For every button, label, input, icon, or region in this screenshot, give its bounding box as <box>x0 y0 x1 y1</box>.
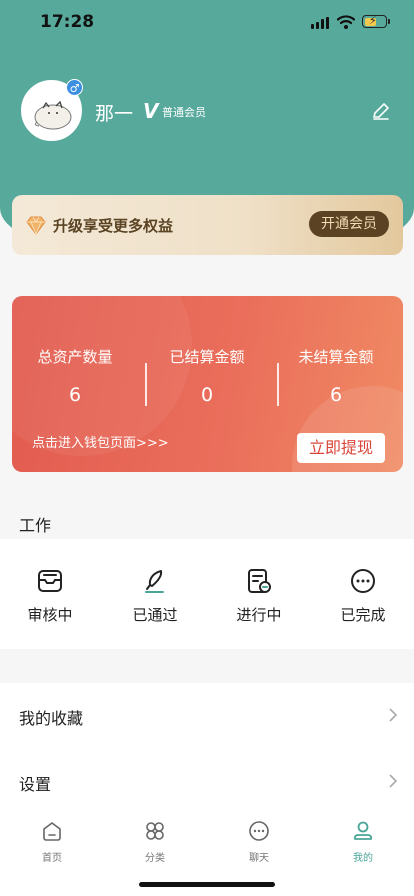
work-item-reviewing[interactable]: 审核中 <box>0 567 102 625</box>
asset-value: 6 <box>329 384 343 406</box>
asset-label: 总资产数量 <box>37 348 113 366</box>
tab-label: 分类 <box>145 853 165 864</box>
signal-icon <box>311 17 331 29</box>
open-membership-button[interactable]: 开通会员 <box>309 211 389 237</box>
male-icon: ♂ <box>66 79 83 96</box>
document-progress-icon <box>248 569 271 593</box>
menu-item-favorites[interactable]: 我的收藏 <box>0 683 414 747</box>
username: 那一 <box>95 103 134 125</box>
menu-item-settings[interactable]: 设置 <box>0 749 414 813</box>
member-upgrade-text: 升级享受更多权益 <box>53 217 174 235</box>
tab-chat[interactable]: 聊天 <box>207 819 311 864</box>
member-upgrade-banner[interactable]: 升级享受更多权益 开通会员 <box>12 195 403 255</box>
home-indicator <box>139 882 275 887</box>
asset-card: 总资产数量 6 已结算金额 0 未结算金额 6 点击进入钱包页面>>> 立即提现 <box>12 296 403 472</box>
work-item-label: 已通过 <box>132 606 178 624</box>
work-item-label: 进行中 <box>236 606 282 624</box>
wallet-link[interactable]: 点击进入钱包页面>>> <box>32 432 169 451</box>
tab-home[interactable]: 首页 <box>0 819 104 864</box>
work-item-label: 已完成 <box>340 606 386 624</box>
tab-category[interactable]: 分类 <box>103 819 207 864</box>
status-bar: 17:28 ⚡ <box>0 0 414 46</box>
asset-unsettled: 未结算金额 6 <box>271 346 401 406</box>
menu-item-label: 设置 <box>19 775 52 794</box>
tab-label: 首页 <box>42 853 62 864</box>
pen-approve-icon <box>145 570 164 593</box>
battery-icon: ⚡ <box>362 14 390 28</box>
diamond-icon <box>26 216 46 236</box>
status-time: 17:28 <box>40 12 95 32</box>
asset-label: 未结算金额 <box>298 348 374 366</box>
menu-list: 我的收藏 设置 <box>0 683 414 811</box>
work-section-title: 工作 <box>19 516 52 535</box>
tab-mine[interactable]: 我的 <box>311 819 414 864</box>
edit-profile-icon[interactable] <box>370 100 392 122</box>
asset-settled: 已结算金额 0 <box>142 346 272 406</box>
vip-level-label: 普通会员 <box>162 106 206 119</box>
tab-label: 聊天 <box>249 853 269 864</box>
wifi-icon <box>337 15 355 29</box>
work-item-completed[interactable]: 已完成 <box>311 567 414 625</box>
asset-total: 总资产数量 6 <box>12 346 140 406</box>
inbox-icon <box>38 570 62 592</box>
work-item-label: 审核中 <box>27 606 73 624</box>
profile-icon <box>353 821 373 840</box>
chevron-right-icon <box>389 774 398 788</box>
work-item-approved[interactable]: 已通过 <box>103 567 207 625</box>
work-panel: 审核中 已通过 进行中 已完成 <box>0 539 414 649</box>
asset-value: 0 <box>200 384 214 406</box>
menu-item-label: 我的收藏 <box>19 709 84 728</box>
work-item-in-progress[interactable]: 进行中 <box>207 567 311 625</box>
category-icon <box>146 822 164 840</box>
asset-value: 6 <box>68 384 82 406</box>
asset-label: 已结算金额 <box>169 348 245 366</box>
more-circle-icon <box>351 569 375 593</box>
tab-label: 我的 <box>353 853 373 864</box>
withdraw-button[interactable]: 立即提现 <box>297 433 385 463</box>
chat-icon <box>249 821 269 841</box>
home-icon <box>43 822 61 841</box>
vip-icon: V <box>143 99 159 123</box>
chevron-right-icon <box>389 708 398 722</box>
